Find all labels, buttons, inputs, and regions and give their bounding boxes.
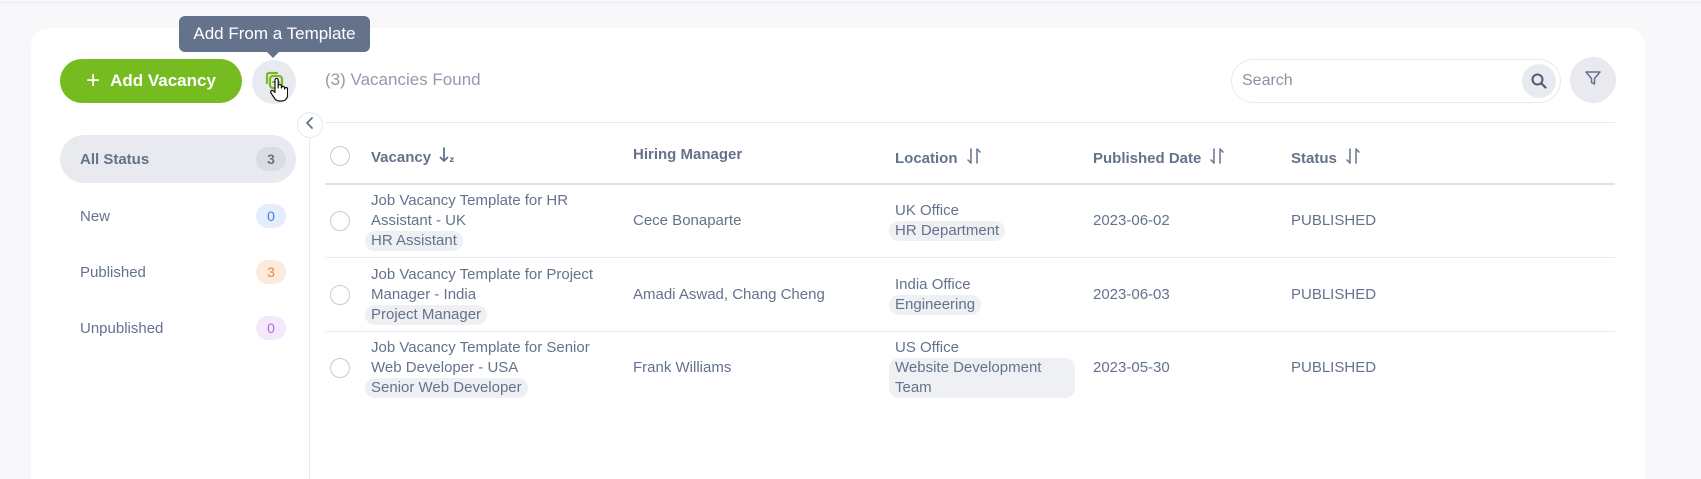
add-vacancy-button[interactable]: + Add Vacancy [60, 59, 242, 103]
location-cell: US Office Website Development Team [889, 338, 1075, 398]
location-cell: UK Office HR Department [889, 201, 1006, 241]
row-divider [325, 257, 1615, 258]
collapse-sidebar-button[interactable] [297, 112, 323, 138]
column-header-label: Published Date [1093, 149, 1202, 167]
column-header-hiring-manager[interactable]: Hiring Manager [633, 146, 742, 163]
column-header-label: Status [1291, 149, 1337, 167]
filter-funnel-icon [1584, 69, 1602, 92]
vacancy-name[interactable]: Job Vacancy Template for Senior Web Deve… [371, 338, 616, 378]
vacancy-name[interactable]: Job Vacancy Template for HR Assistant - … [371, 191, 616, 231]
status-count-badge: 3 [256, 260, 286, 284]
sort-descending-icon[interactable]: z [439, 146, 457, 168]
column-header-vacancy[interactable]: Vacancy z [371, 146, 457, 168]
status-filter-label: Published [80, 263, 146, 281]
column-header-status[interactable]: Status [1291, 146, 1361, 170]
row-checkbox[interactable] [330, 211, 350, 231]
hand-pointer-cursor-icon [270, 77, 289, 107]
table-header-divider [325, 183, 1615, 185]
status-filter-unpublished[interactable]: Unpublished 0 [60, 304, 296, 352]
location-name: UK Office [895, 202, 959, 219]
sidebar-divider [309, 120, 310, 479]
row-checkbox[interactable] [330, 358, 350, 378]
department-chip: HR Department [889, 221, 1006, 241]
top-divider [0, 2, 1701, 3]
column-header-label: Vacancy [371, 148, 432, 166]
column-header-location[interactable]: Location [895, 146, 982, 170]
vacancy-name[interactable]: Job Vacancy Template for Project Manager… [371, 265, 616, 305]
published-date-cell: 2023-06-03 [1093, 286, 1170, 303]
column-header-label: Hiring Manager [633, 146, 743, 163]
search-box [1231, 59, 1561, 103]
sort-icon[interactable] [966, 146, 982, 170]
status-count-badge: 0 [256, 316, 286, 340]
status-count-badge: 0 [256, 204, 286, 228]
filter-button[interactable] [1570, 57, 1616, 103]
location-cell: India Office Engineering [889, 275, 982, 315]
status-count-badge: 3 [256, 147, 286, 171]
job-title-chip: HR Assistant [365, 231, 463, 251]
column-header-label: Location [895, 149, 958, 167]
location-name: India Office [895, 276, 971, 293]
table-row-vacancy[interactable]: Job Vacancy Template for Senior Web Deve… [365, 338, 616, 398]
row-divider [325, 331, 1615, 332]
add-vacancy-label: Add Vacancy [110, 71, 216, 90]
status-cell: PUBLISHED [1291, 286, 1377, 303]
table-top-divider [325, 122, 1615, 123]
column-header-published-date[interactable]: Published Date [1093, 146, 1225, 170]
hiring-manager-cell: Frank Williams [633, 359, 732, 376]
published-date-cell: 2023-06-02 [1093, 212, 1170, 229]
template-tooltip: Add From a Template [179, 16, 370, 58]
sort-icon[interactable] [1209, 146, 1225, 170]
hiring-manager-cell: Amadi Aswad, Chang Cheng [633, 286, 825, 303]
status-cell: PUBLISHED [1291, 359, 1377, 376]
status-filter-label: All Status [80, 150, 150, 168]
select-all-checkbox[interactable] [330, 146, 350, 166]
job-title-chip: Project Manager [365, 305, 488, 325]
vacancies-found-text: (3) Vacancies Found [325, 70, 481, 89]
search-icon[interactable] [1522, 64, 1556, 98]
hiring-manager-cell: Cece Bonaparte [633, 212, 742, 229]
svg-text:z: z [450, 155, 455, 164]
location-name: US Office [895, 339, 959, 356]
published-date-cell: 2023-05-30 [1093, 359, 1170, 376]
table-row-vacancy[interactable]: Job Vacancy Template for Project Manager… [365, 265, 616, 325]
status-filter-all[interactable]: All Status 3 [60, 135, 296, 183]
search-input[interactable] [1242, 66, 1512, 96]
status-filter-new[interactable]: New 0 [60, 192, 296, 240]
job-title-chip: Senior Web Developer [365, 378, 528, 398]
status-filter-label: New [80, 207, 111, 225]
table-row-vacancy[interactable]: Job Vacancy Template for HR Assistant - … [365, 191, 616, 251]
plus-icon: + [86, 67, 101, 94]
department-chip: Website Development Team [889, 358, 1075, 398]
status-filter-published[interactable]: Published 3 [60, 248, 296, 296]
department-chip: Engineering [889, 295, 982, 315]
chevron-left-icon [305, 116, 315, 134]
row-checkbox[interactable] [330, 285, 350, 305]
status-cell: PUBLISHED [1291, 212, 1377, 229]
status-filter-label: Unpublished [80, 319, 164, 337]
sort-icon[interactable] [1345, 146, 1361, 170]
